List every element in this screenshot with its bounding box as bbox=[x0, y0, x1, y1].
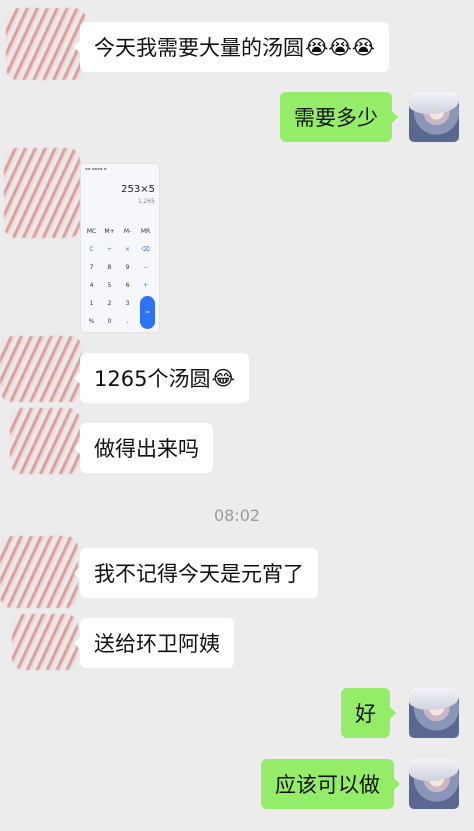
user-avatar[interactable] bbox=[409, 92, 459, 142]
calc-key: 8 bbox=[107, 264, 112, 271]
crying-emoji: 😭😭😭 bbox=[305, 35, 376, 59]
calc-key: 2 bbox=[107, 300, 112, 307]
calc-equals-key: = bbox=[140, 296, 155, 329]
user-avatar[interactable] bbox=[409, 688, 459, 738]
message-timestamp: 08:02 bbox=[213, 506, 261, 525]
outgoing-message-bubble[interactable]: 好 bbox=[341, 688, 396, 738]
calc-key: × bbox=[124, 246, 131, 253]
calc-key: 0 bbox=[107, 318, 112, 325]
redacted-avatar bbox=[0, 336, 82, 402]
calc-key: MC bbox=[86, 228, 97, 235]
calc-key: − bbox=[142, 264, 149, 271]
calc-key: C bbox=[89, 246, 94, 253]
message-text: 我不记得今天是元宵了 bbox=[94, 562, 304, 586]
calc-result: 1,265 bbox=[137, 198, 155, 205]
calc-key: M+ bbox=[104, 228, 115, 235]
message-text: 做得出来吗 bbox=[94, 437, 199, 461]
outgoing-message-bubble[interactable]: 需要多少 bbox=[280, 92, 398, 142]
message-text: 今天我需要大量的汤圆 bbox=[94, 36, 304, 60]
redacted-avatar bbox=[12, 614, 78, 670]
calc-key: % bbox=[88, 318, 95, 325]
calc-key: 6 bbox=[125, 282, 130, 289]
message-text: 应该可以做 bbox=[275, 773, 380, 797]
calc-key: 3 bbox=[125, 300, 130, 307]
redacted-avatar bbox=[4, 148, 80, 238]
calc-key: MR bbox=[140, 228, 151, 235]
calc-key: 1 bbox=[89, 300, 94, 307]
calc-key: M- bbox=[123, 228, 132, 235]
calc-key: + bbox=[142, 282, 149, 289]
incoming-message-bubble[interactable]: 做得出来吗 bbox=[74, 423, 213, 473]
incoming-message-bubble[interactable]: 今天我需要大量的汤圆 😭😭😭 bbox=[73, 22, 390, 72]
calc-key: 5 bbox=[107, 282, 112, 289]
incoming-message-bubble[interactable]: 1265个汤圆 😂 bbox=[74, 353, 249, 403]
calc-key: 7 bbox=[89, 264, 94, 271]
status-bar: ▪▪ ▪▪▪▪ ▪ bbox=[85, 166, 107, 171]
redacted-avatar bbox=[10, 408, 80, 474]
calc-key: . bbox=[126, 318, 129, 325]
message-text: 1265个汤圆 bbox=[94, 367, 211, 391]
message-text: 需要多少 bbox=[294, 106, 378, 130]
laughing-emoji: 😂 bbox=[211, 366, 235, 390]
outgoing-message-bubble[interactable]: 应该可以做 bbox=[261, 759, 400, 809]
message-text: 好 bbox=[355, 702, 376, 726]
incoming-message-bubble[interactable]: 送给环卫阿姨 bbox=[74, 618, 234, 668]
calculator-screenshot-image[interactable]: ▪▪ ▪▪▪▪ ▪ 253×5 1,265 MC M+ M- MR C ÷ × … bbox=[80, 163, 160, 333]
calc-expression: 253×5 bbox=[121, 184, 155, 195]
calc-key: ÷ bbox=[106, 246, 113, 253]
message-text: 送给环卫阿姨 bbox=[94, 632, 220, 656]
user-avatar[interactable] bbox=[409, 759, 459, 809]
redacted-avatar bbox=[0, 536, 78, 608]
calc-key: 9 bbox=[125, 264, 130, 271]
incoming-message-bubble[interactable]: 我不记得今天是元宵了 bbox=[74, 548, 318, 598]
calc-key: ⌫ bbox=[141, 246, 150, 253]
calc-key: 4 bbox=[89, 282, 94, 289]
